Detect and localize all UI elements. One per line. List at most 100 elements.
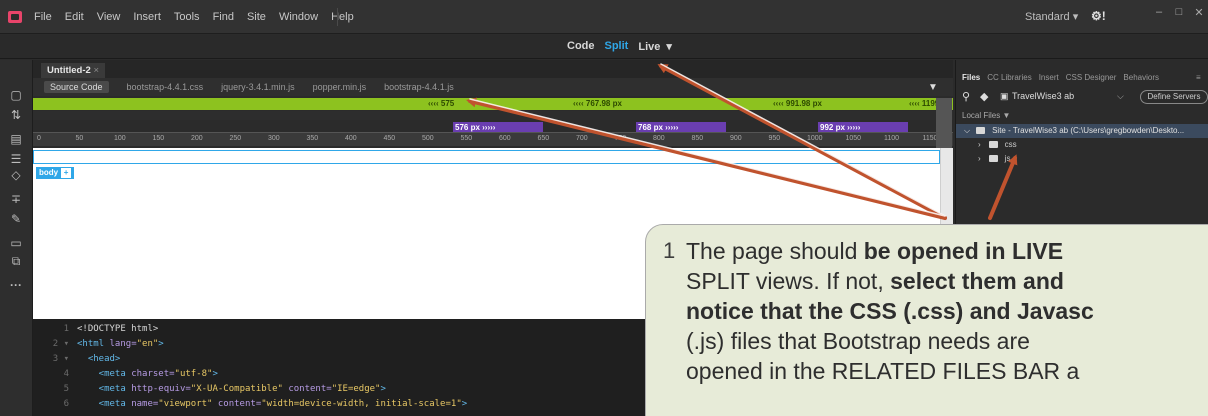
media-query-max-bar[interactable]: ‹‹‹‹ 575 ‹‹‹‹ 767.98 px ‹‹‹‹ 991.98 px ‹… xyxy=(33,98,953,110)
code-line[interactable]: 4 <meta charset="utf-8"> xyxy=(33,368,218,380)
site-root-label: Site - TravelWise3 ab (C:\Users\gregbowd… xyxy=(992,126,1185,135)
chevron-down-icon[interactable]: ⌵ xyxy=(1117,91,1124,102)
ruler-tick-label: 150 xyxy=(152,135,165,142)
tab-css-designer[interactable]: CSS Designer xyxy=(1066,73,1117,82)
ruler-tick-label: 700 xyxy=(576,135,588,142)
tab-cc-libraries[interactable]: CC Libraries xyxy=(987,73,1031,82)
connect-icon[interactable]: ⚲ xyxy=(962,90,970,103)
ruler-tick-label: 950 xyxy=(768,135,781,142)
close-button[interactable]: ✕ xyxy=(1190,4,1208,20)
menu-insert[interactable]: Insert xyxy=(133,11,161,23)
live-code-icon[interactable]: ▤ xyxy=(6,130,26,148)
expand-icon[interactable]: ◆ xyxy=(980,90,988,103)
menu-edit[interactable]: Edit xyxy=(65,11,84,23)
document-tab[interactable]: Untitled-2 × xyxy=(41,63,106,78)
callout-emphasis: select them and xyxy=(890,268,1064,294)
chevron-right-icon[interactable]: › xyxy=(978,154,981,163)
code-token: content= xyxy=(212,399,262,409)
resize-handle[interactable] xyxy=(936,98,952,148)
panel-menu-icon[interactable]: ≡ xyxy=(1196,73,1201,82)
menu-help[interactable]: Help xyxy=(331,11,354,23)
live-view-button[interactable]: Live ▾ xyxy=(638,40,682,53)
wrap-tag-icon[interactable]: ▭ xyxy=(6,234,26,252)
line-number: 1 xyxy=(63,324,69,334)
related-file-bootstrap-css[interactable]: bootstrap-4.4.1.css xyxy=(127,82,204,92)
ruler-tick-label: 200 xyxy=(191,135,203,142)
ruler-tick-label: 1050 xyxy=(845,135,862,142)
local-files-header[interactable]: Local Files ▼ xyxy=(962,111,1010,120)
tab-files[interactable]: Files xyxy=(962,73,980,82)
related-file-popper-js[interactable]: popper.min.js xyxy=(313,82,367,92)
tab-insert[interactable]: Insert xyxy=(1039,73,1059,82)
workspace-switcher[interactable]: Standard ▾ xyxy=(1025,10,1078,23)
line-number: 5 xyxy=(63,384,69,394)
filter-icon[interactable]: ▼ xyxy=(928,82,938,93)
code-token: <meta xyxy=(77,399,132,409)
menu-window[interactable]: Window xyxy=(279,11,318,23)
media-query-min-576[interactable]: 576 px ››››› xyxy=(453,122,543,132)
menu-find[interactable]: Find xyxy=(213,11,234,23)
menu-divider xyxy=(337,8,338,26)
tree-item-css[interactable]: › css xyxy=(956,138,1208,152)
related-file-bootstrap-js[interactable]: bootstrap-4.4.1.js xyxy=(384,82,454,92)
inspect-icon[interactable]: ◇ xyxy=(6,166,26,184)
sync-settings-icon[interactable]: ⚙! xyxy=(1091,9,1106,23)
media-query-min-992[interactable]: 992 px ››››› xyxy=(818,122,908,132)
menu-file[interactable]: File xyxy=(34,11,52,23)
expand-all-icon[interactable]: ∓ xyxy=(6,190,26,208)
related-file-jquery-js[interactable]: jquery-3.4.1.min.js xyxy=(221,82,295,92)
open-documents-icon[interactable]: ▢ xyxy=(6,86,26,104)
code-token: "width=device-width, initial-scale=1" xyxy=(261,399,462,409)
menu-view[interactable]: View xyxy=(97,11,121,23)
code-line[interactable]: 2 ▾ <html lang="en"> xyxy=(33,338,164,350)
media-query-min-768[interactable]: 768 px ››››› xyxy=(636,122,726,132)
code-token: "en" xyxy=(136,339,159,349)
live-view-label: Live xyxy=(638,41,661,53)
code-view-button[interactable]: Code xyxy=(567,40,595,53)
add-class-button[interactable]: + xyxy=(61,168,72,178)
site-root-item[interactable]: ⌵ Site - TravelWise3 ab (C:\Users\gregbow… xyxy=(956,124,1208,138)
ruler-tick-label: 500 xyxy=(422,135,434,142)
define-servers-button[interactable]: Define Servers xyxy=(1140,90,1208,104)
callout-line: The page should xyxy=(686,238,864,264)
code-view[interactable]: 1 <!DOCTYPE html> 2 ▾ <html lang="en"> 3 ▾ <… xyxy=(33,319,653,416)
tree-item-js[interactable]: › js xyxy=(956,152,1208,166)
tab-behaviors[interactable]: Behaviors xyxy=(1123,73,1159,82)
callout-emphasis: notice that the CSS (.css) and Javasc xyxy=(686,298,1094,324)
more-tools-icon[interactable]: ··· xyxy=(6,276,26,294)
media-query-label[interactable]: ‹‹‹‹ 575 xyxy=(428,99,454,108)
related-file-source-code[interactable]: Source Code xyxy=(44,81,109,93)
ruler-tick-label: 550 xyxy=(460,135,473,142)
site-toolbar: ⚲ ◆ ▣ TravelWise3 ab ⌵ Define Servers xyxy=(962,88,1208,108)
code-line[interactable]: 3 ▾ <head> xyxy=(33,353,121,365)
element-display-body[interactable]: body + xyxy=(36,167,75,179)
maximize-button[interactable]: □ xyxy=(1170,4,1188,20)
chevron-right-icon[interactable]: › xyxy=(978,140,981,149)
ruler-tick-label: 250 xyxy=(229,135,242,142)
media-query-label[interactable]: ‹‹‹‹ 991.98 px xyxy=(773,99,822,108)
recent-snippets-icon[interactable]: ⧉ xyxy=(6,252,26,270)
code-token: > xyxy=(158,339,164,349)
menu-site[interactable]: Site xyxy=(247,11,266,23)
file-management-icon[interactable]: ⇅ xyxy=(6,106,26,124)
chevron-down-icon[interactable]: ⌵ xyxy=(964,126,970,135)
ruler-tick-label: 350 xyxy=(306,135,319,142)
code-line[interactable]: 6 <meta name="viewport" content="width=d… xyxy=(33,398,468,410)
apply-comment-icon[interactable]: ✎ xyxy=(6,210,26,228)
code-token: content= xyxy=(282,384,332,394)
close-icon[interactable]: × xyxy=(93,65,99,76)
site-select[interactable]: TravelWise3 ab xyxy=(1012,91,1074,101)
dreamweaver-logo-icon xyxy=(8,10,22,23)
document-tab-label: Untitled-2 xyxy=(47,65,91,76)
minimize-button[interactable]: – xyxy=(1150,4,1168,20)
menu-tools[interactable]: Tools xyxy=(174,11,200,23)
media-query-label[interactable]: ‹‹‹‹ 767.98 px xyxy=(573,99,622,108)
ruler-tick-label: 50 xyxy=(75,135,84,142)
media-query-label: 768 px ››››› xyxy=(638,123,679,132)
element-tag-label: body xyxy=(39,168,59,177)
split-view-button[interactable]: Split xyxy=(605,40,629,53)
callout-step-number: 1 xyxy=(663,238,676,263)
code-token: <html xyxy=(77,339,110,349)
code-line[interactable]: 1 <!DOCTYPE html> xyxy=(33,323,159,335)
code-line[interactable]: 5 <meta http-equiv="X-UA-Compatible" con… xyxy=(33,383,386,395)
